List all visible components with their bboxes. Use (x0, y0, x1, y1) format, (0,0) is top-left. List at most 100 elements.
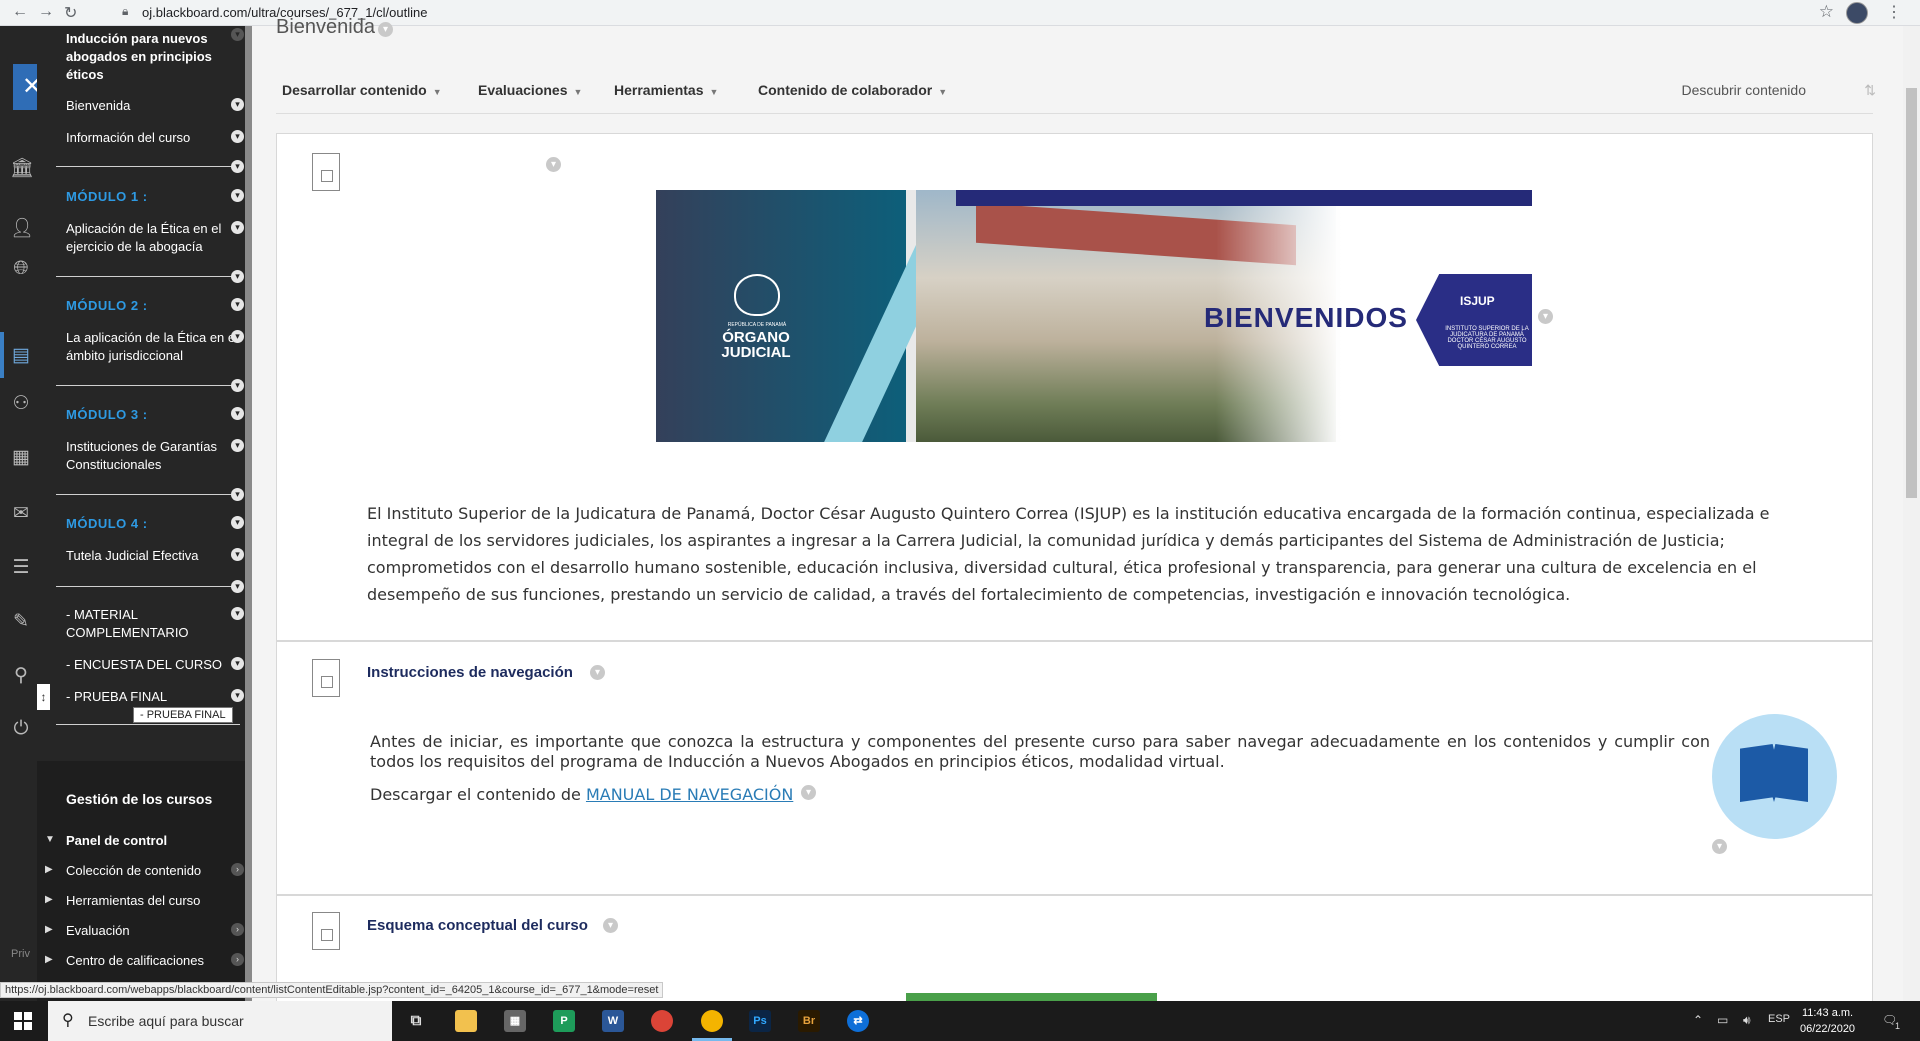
scroll-thumb[interactable] (1906, 88, 1917, 498)
task-view-icon[interactable]: ⧉ (405, 1010, 427, 1032)
tools-icon[interactable]: ✎ (10, 610, 32, 632)
chrome-icon[interactable] (651, 1010, 673, 1032)
expand-triangle-icon[interactable]: ▼ (45, 834, 55, 845)
browser-menu-icon[interactable]: ⋮ (1886, 2, 1902, 22)
calendar-icon[interactable]: ▦ (10, 446, 32, 468)
control-item-evaluacion[interactable]: Evaluación (66, 922, 238, 940)
globe-icon[interactable]: 🌐︎ (10, 258, 32, 280)
user-icon[interactable]: ⚲ (10, 664, 32, 686)
chevron-down-icon[interactable]: ▾ (231, 189, 244, 202)
chevron-down-icon[interactable]: ▾ (378, 22, 393, 37)
tray-chevron-icon[interactable]: ⌃ (1693, 1013, 1703, 1027)
collapse-triangle-icon[interactable]: ▶ (45, 864, 53, 875)
menu-item-modulo-4-title[interactable]: Tutela Judicial Efectiva (66, 547, 238, 565)
collapse-triangle-icon[interactable]: ▶ (45, 924, 53, 935)
chevron-down-icon[interactable]: ▾ (231, 298, 244, 311)
toolbar-desarrollar[interactable]: Desarrollar contenido ▼ (282, 82, 442, 98)
windows-start-icon[interactable] (14, 1012, 32, 1030)
collapse-triangle-icon[interactable]: ▶ (45, 894, 53, 905)
menu-resize-handle[interactable]: ↕ (37, 684, 50, 710)
sort-icon[interactable]: ⇅ (1864, 82, 1876, 99)
chevron-down-icon[interactable]: ▾ (231, 379, 244, 392)
chevron-down-icon[interactable]: ▾ (231, 330, 244, 343)
bridge-icon[interactable]: Br (798, 1010, 820, 1032)
arrow-right-icon[interactable]: › (231, 863, 244, 876)
chevron-down-icon[interactable]: ▾ (801, 785, 816, 800)
chrome-active-icon[interactable] (701, 1010, 723, 1032)
menu-item-modulo-1-title[interactable]: Aplicación de la Ética en el ejercicio d… (66, 220, 238, 256)
menu-item-modulo-3-title[interactable]: Instituciones de Garantías Constituciona… (66, 438, 238, 474)
menu-item-modulo-1[interactable]: MÓDULO 1 : (66, 188, 238, 206)
chevron-down-icon[interactable]: ▾ (231, 221, 244, 234)
institution-icon[interactable]: 🏛︎ (10, 156, 34, 179)
toolbar-herramientas[interactable]: Herramientas ▼ (614, 82, 718, 98)
messages-icon[interactable]: ✉︎ (10, 502, 32, 524)
chevron-down-icon[interactable]: ▾ (231, 548, 244, 561)
chevron-down-icon[interactable]: ▾ (1712, 839, 1727, 854)
control-item-herramientas[interactable]: Herramientas del curso (66, 892, 238, 910)
lock-icon[interactable]: 🔒︎ (122, 4, 128, 19)
chevron-down-icon[interactable]: ▾ (231, 270, 244, 283)
menu-item-modulo-4[interactable]: MÓDULO 4 : (66, 515, 238, 533)
publisher-icon[interactable]: P (553, 1010, 575, 1032)
language-indicator[interactable]: ESP (1768, 1013, 1790, 1025)
menu-item-encuesta[interactable]: - ENCUESTA DEL CURSO (66, 656, 238, 674)
chevron-down-icon[interactable]: ▾ (231, 689, 244, 702)
discover-content-link[interactable]: Descubrir contenido (1681, 82, 1806, 98)
course-menu-scrollbar[interactable] (245, 26, 252, 1001)
profile-avatar[interactable] (1846, 2, 1868, 24)
collapse-triangle-icon[interactable]: ▶ (45, 954, 53, 965)
chevron-down-icon[interactable]: ▾ (231, 657, 244, 670)
taskbar-search[interactable]: ⚲ Escribe aquí para buscar (48, 1001, 392, 1041)
control-panel-heading[interactable]: Panel de control (66, 832, 238, 850)
photoshop-icon[interactable]: Ps (749, 1010, 771, 1032)
chevron-down-icon[interactable]: ▾ (603, 918, 618, 933)
toolbar-evaluaciones[interactable]: Evaluaciones ▼ (478, 82, 582, 98)
privacy-link[interactable]: Priv (11, 948, 30, 960)
calculator-icon[interactable]: ▦ (504, 1010, 526, 1032)
signout-icon[interactable]: ⏻ (10, 718, 32, 740)
chevron-down-icon[interactable]: ▾ (231, 160, 244, 173)
navigation-item-title[interactable]: Instrucciones de navegación (367, 664, 573, 681)
clock[interactable]: 11:43 a.m. 06/22/2020 (1800, 1005, 1855, 1037)
chevron-down-icon[interactable]: ▾ (231, 516, 244, 529)
network-icon[interactable]: ▭ (1717, 1013, 1728, 1027)
menu-item-modulo-3[interactable]: MÓDULO 3 : (66, 406, 238, 424)
menu-item-informacion[interactable]: Información del curso (66, 129, 238, 147)
chevron-down-icon[interactable]: ▾ (231, 607, 244, 620)
volume-icon[interactable]: 🔊︎ (1743, 1013, 1751, 1028)
chevron-down-icon[interactable]: ▾ (1538, 309, 1553, 324)
chevron-down-icon[interactable]: ▾ (231, 130, 244, 143)
teamviewer-icon[interactable]: ⇄ (847, 1010, 869, 1032)
schema-item-title[interactable]: Esquema conceptual del curso (367, 917, 588, 934)
chevron-down-icon[interactable]: ▾ (231, 580, 244, 593)
chevron-down-icon[interactable]: ▾ (231, 98, 244, 111)
organizations-icon[interactable]: ⚇ (10, 392, 32, 414)
file-explorer-icon[interactable] (455, 1010, 477, 1032)
menu-item-modulo-2[interactable]: MÓDULO 2 : (66, 297, 238, 315)
forward-icon[interactable]: → (38, 3, 54, 21)
chevron-down-icon[interactable]: ▾ (546, 157, 561, 172)
menu-item-modulo-2-title[interactable]: La aplicación de la Ética en el ámbito j… (66, 329, 238, 365)
course-title-chevron-icon[interactable]: ▾ (231, 28, 244, 41)
courses-icon[interactable]: ▤ (10, 344, 32, 366)
menu-item-material[interactable]: - MATERIAL COMPLEMENTARIO (66, 606, 238, 642)
menu-item-prueba-final[interactable]: - PRUEBA FINAL (66, 688, 238, 706)
word-icon[interactable]: W (602, 1010, 624, 1032)
reload-icon[interactable]: ↻ (64, 3, 77, 23)
chevron-down-icon[interactable]: ▾ (231, 439, 244, 452)
arrow-right-icon[interactable]: › (231, 953, 244, 966)
course-title[interactable]: Inducción para nuevos abogados en princi… (66, 30, 238, 84)
control-item-calificaciones[interactable]: Centro de calificaciones (66, 952, 238, 970)
toolbar-colaborador[interactable]: Contenido de colaborador ▼ (758, 82, 947, 98)
chevron-down-icon[interactable]: ▾ (231, 488, 244, 501)
chevron-down-icon[interactable]: ▾ (590, 665, 605, 680)
page-scrollbar[interactable] (1903, 26, 1920, 1001)
menu-item-bienvenida[interactable]: Bienvenida (66, 97, 238, 115)
chevron-down-icon[interactable]: ▾ (231, 407, 244, 420)
bookmark-star-icon[interactable]: ☆ (1819, 2, 1834, 22)
grades-icon[interactable]: ☰ (10, 556, 32, 578)
arrow-right-icon[interactable]: › (231, 923, 244, 936)
manual-link[interactable]: MANUAL DE NAVEGACIÓN (586, 785, 793, 804)
back-icon[interactable]: ← (12, 3, 28, 21)
